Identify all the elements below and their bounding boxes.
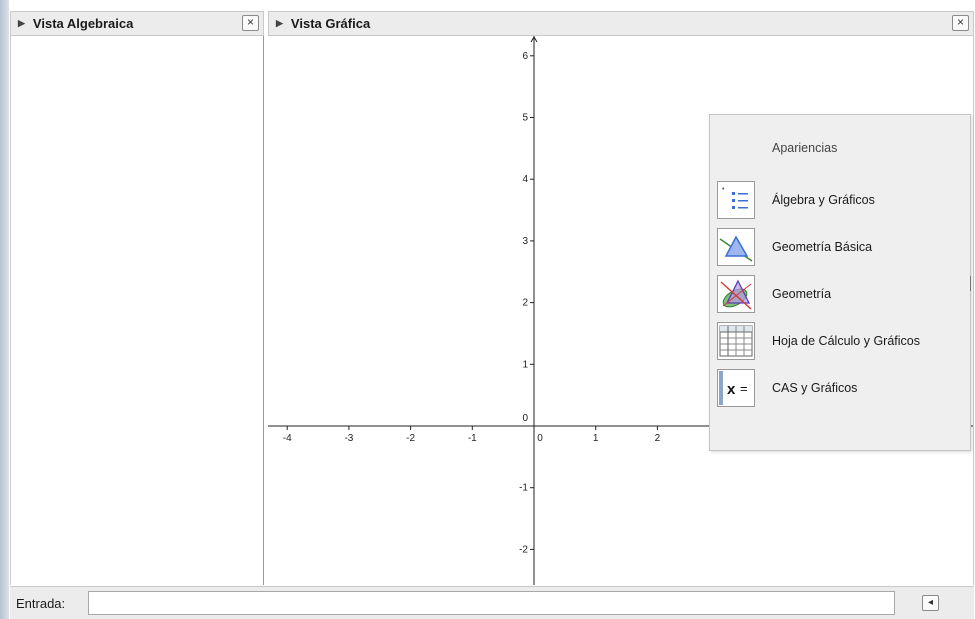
x-tick-label: 1 (593, 433, 599, 444)
close-icon[interactable]: × (242, 15, 259, 31)
x-tick-label: -4 (283, 433, 292, 444)
panel-resize-handle[interactable] (970, 276, 973, 291)
algebra-graphics-icon: • (717, 181, 755, 219)
geometry-icon (717, 275, 755, 313)
window-left-edge (0, 0, 9, 619)
perspective-basic-geometry[interactable]: Geometría Básica (717, 228, 872, 266)
input-field[interactable] (88, 591, 895, 615)
algebra-view-panel[interactable] (10, 36, 264, 585)
perspective-geometry[interactable]: Geometría (717, 275, 831, 313)
y-tick-label: 2 (522, 298, 528, 309)
perspectives-panel: Apariencias • Álgebra y Gráficos Geometr… (709, 114, 971, 451)
spreadsheet-icon (717, 322, 755, 360)
x-tick-label: -2 (406, 433, 415, 444)
y-tick-label: 6 (522, 51, 528, 62)
perspective-cas[interactable]: x = CAS y Gráficos (717, 369, 857, 407)
x-tick-label: 0 (537, 433, 543, 444)
cas-icon: x = (717, 369, 755, 407)
perspectives-title: Apariencias (772, 141, 838, 155)
y-tick-label: 3 (522, 236, 528, 247)
perspective-spreadsheet[interactable]: Hoja de Cálculo y Gráficos (717, 322, 920, 360)
svg-text:x: x (727, 381, 736, 398)
svg-text:•: • (722, 186, 725, 193)
y-tick-label: 0 (522, 413, 528, 424)
perspective-label: Álgebra y Gráficos (772, 193, 875, 207)
input-label: Entrada: (16, 596, 66, 611)
svg-text:=: = (740, 381, 748, 396)
y-tick-label: 4 (522, 174, 528, 185)
y-tick-label: -2 (519, 544, 528, 555)
basic-geometry-icon (717, 228, 755, 266)
triangle-right-icon[interactable]: ▶ (276, 18, 283, 29)
perspective-label: Geometría (772, 287, 832, 301)
input-help-icon[interactable]: ◂ (922, 595, 939, 611)
graphics-view-title: Vista Gráfica (290, 16, 371, 31)
x-tick-label: 2 (655, 433, 661, 444)
perspective-label: Hoja de Cálculo y Gráficos (772, 334, 920, 348)
close-icon[interactable]: × (952, 15, 969, 31)
y-tick-label: -1 (519, 483, 528, 494)
graphics-view-header[interactable]: ▶ Vista Gráfica × (268, 11, 974, 36)
algebra-view-header[interactable]: ▶ Vista Algebraica × (10, 11, 264, 36)
y-tick-label: 1 (522, 359, 528, 370)
perspective-label: CAS y Gráficos (772, 381, 858, 395)
perspective-label: Geometría Básica (772, 240, 873, 254)
y-tick-label: 5 (522, 113, 528, 124)
triangle-right-icon[interactable]: ▶ (18, 18, 25, 29)
perspective-algebra-graphics[interactable]: • Álgebra y Gráficos (717, 181, 875, 219)
input-bar: Entrada: ◂ (10, 586, 974, 619)
x-tick-label: -1 (468, 433, 477, 444)
algebra-view-title: Vista Algebraica (32, 16, 134, 31)
x-tick-label: -3 (344, 433, 353, 444)
